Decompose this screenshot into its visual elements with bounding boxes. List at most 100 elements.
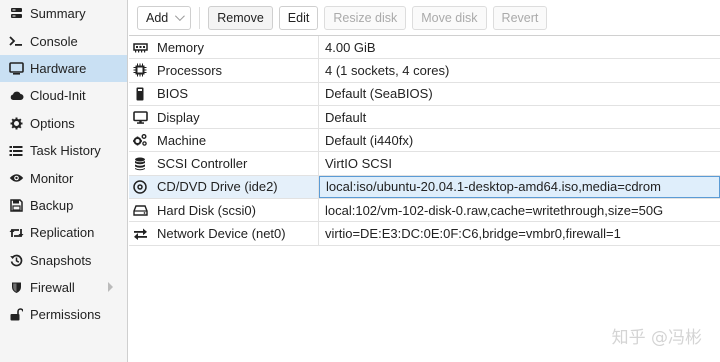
list-icon [8,143,24,159]
add-button-label: Add [146,10,169,25]
sidebar-item-snapshots[interactable]: Snapshots [0,247,127,274]
table-row[interactable]: Network Device (net0) virtio=DE:E3:DC:0E… [129,222,720,246]
move-disk-button[interactable]: Move disk [412,5,487,30]
eye-icon [8,170,24,186]
hardware-name: SCSI Controller [157,156,248,172]
hardware-name: CD/DVD Drive (ide2) [157,179,278,195]
hardware-name-cell: BIOS [129,82,319,105]
sidebar-nav: Summary Console Hardware Cloud-Init Opti… [0,0,128,362]
hdd-icon [131,202,149,218]
sidebar-item-label: Snapshots [30,252,92,268]
gear-icon [8,115,24,131]
edit-button-label: Edit [287,10,310,25]
history-icon [8,252,24,268]
bios-icon [131,86,149,102]
table-row[interactable]: Processors 4 (1 sockets, 4 cores) [129,59,720,83]
hardware-value: 4 (1 sockets, 4 cores) [325,62,450,78]
hardware-name: Display [157,109,200,125]
hardware-value: VirtIO SCSI [325,156,392,172]
sidebar-item-cloud-init[interactable]: Cloud-Init [0,82,127,109]
table-row[interactable]: Memory 4.00 GiB [129,36,720,60]
sidebar-item-label: Replication [30,225,95,241]
hardware-value: Default (SeaBIOS) [325,86,433,102]
desktop-icon [131,109,149,125]
memory-icon [131,39,149,55]
sidebar-item-task-history[interactable]: Task History [0,137,127,164]
sidebar-item-label: Options [30,115,75,131]
sidebar-item-backup[interactable]: Backup [0,192,127,219]
sidebar-item-monitor[interactable]: Monitor [0,164,127,191]
floppy-icon [8,197,24,213]
remove-button-label: Remove [217,10,264,25]
console-icon [8,33,24,49]
table-row-selected[interactable]: CD/DVD Drive (ide2) local:iso/ubuntu-20.… [129,175,720,200]
hardware-name-cell: Machine [129,129,319,152]
shield-icon [8,280,24,296]
cogs-icon [131,132,149,148]
table-row[interactable]: Hard Disk (scsi0) local:102/vm-102-disk-… [129,199,720,223]
hardware-grid: Memory 4.00 GiB Processors 4 (1 sockets,… [129,36,720,246]
hardware-panel: Add Remove Edit Resize disk Move disk Re… [129,0,720,362]
sidebar-item-summary[interactable]: Summary [0,0,127,27]
hardware-value: local:iso/ubuntu-20.04.1-desktop-amd64.i… [319,175,720,199]
cloud-icon [8,88,24,104]
sidebar-item-label: Console [30,33,78,49]
hardware-name-cell: Processors [129,59,319,82]
hardware-value: Default (i440fx) [325,132,414,148]
retweet-icon [8,225,24,241]
unlock-icon [8,307,24,323]
sidebar-item-label: Cloud-Init [30,88,86,104]
remove-button[interactable]: Remove [208,5,273,30]
toolbar: Add Remove Edit Resize disk Move disk Re… [129,0,720,36]
hardware-name: Memory [157,39,204,55]
hardware-name-cell: Network Device (net0) [129,222,319,245]
hardware-value: Default [325,109,367,125]
hardware-name-cell: CD/DVD Drive (ide2) [129,175,319,199]
sidebar-item-label: Summary [30,6,86,22]
sidebar-item-options[interactable]: Options [0,110,127,137]
hardware-name-cell: Memory [129,36,319,59]
table-row[interactable]: Machine Default (i440fx) [129,129,720,153]
monitor-icon [8,60,24,76]
edit-button[interactable]: Edit [278,5,319,30]
resize-disk-button[interactable]: Resize disk [324,5,407,30]
sidebar-item-label: Task History [30,143,101,159]
database-icon [131,156,149,172]
expand-arrow-icon[interactable] [108,281,113,292]
sidebar-item-label: Monitor [30,170,74,186]
cpu-icon [131,62,149,78]
watermark: 知乎 @冯彬 [611,328,702,348]
sidebar-item-hardware[interactable]: Hardware [0,54,127,83]
table-row[interactable]: BIOS Default (SeaBIOS) [129,82,720,106]
sidebar-item-replication[interactable]: Replication [0,219,127,246]
toolbar-separator [199,6,201,29]
sidebar-item-permissions[interactable]: Permissions [0,301,127,328]
move-disk-button-label: Move disk [421,10,478,25]
hardware-value: virtio=DE:E3:DC:0E:0F:C6,bridge=vmbr0,fi… [325,226,621,242]
hardware-name-cell: Display [129,105,319,129]
hardware-name: BIOS [157,86,189,102]
hardware-name-cell: SCSI Controller [129,152,319,175]
hardware-value: 4.00 GiB [325,39,376,55]
revert-button[interactable]: Revert [492,5,548,30]
table-row[interactable]: Display Default [129,105,720,130]
sidebar-item-label: Permissions [30,307,101,323]
revert-button-label: Revert [501,10,539,25]
hardware-name: Network Device (net0) [157,226,286,242]
hardware-value: local:102/vm-102-disk-0.raw,cache=writet… [325,202,664,218]
sidebar-item-label: Firewall [30,280,75,296]
sidebar-item-firewall[interactable]: Firewall [0,274,127,301]
chevron-down-icon [175,11,186,22]
hardware-name: Processors [157,62,223,78]
sidebar-item-console[interactable]: Console [0,27,127,54]
hardware-name-cell: Hard Disk (scsi0) [129,199,319,222]
sidebar-item-label: Backup [30,197,74,213]
cdrom-icon [131,179,149,195]
add-button[interactable]: Add [137,5,192,30]
summary-icon [8,6,24,22]
hardware-name: Machine [157,132,207,148]
sidebar-item-label: Hardware [30,60,87,76]
exchange-icon [131,226,149,242]
table-row[interactable]: SCSI Controller VirtIO SCSI [129,152,720,176]
resize-disk-button-label: Resize disk [333,10,398,25]
